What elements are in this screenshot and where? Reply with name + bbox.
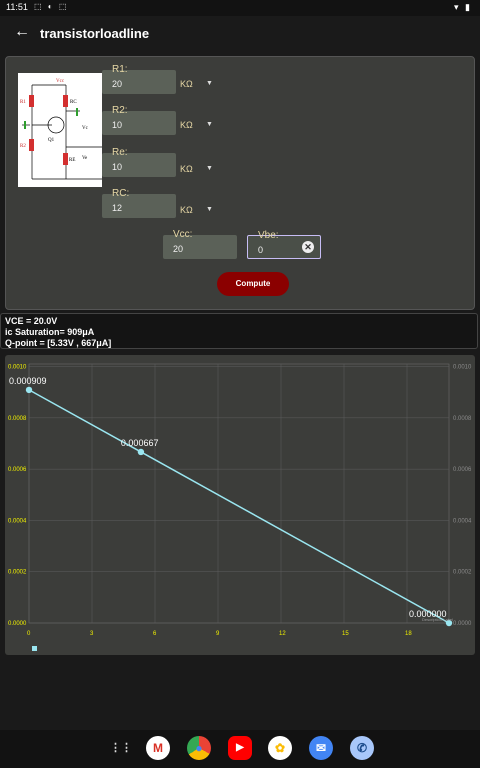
status-notification-icons: ⬚ ◐ ⬚ [34, 2, 69, 11]
r2-unit-dropdown-icon[interactable]: ▼ [206, 121, 213, 128]
rc-label: RC: [112, 188, 130, 199]
y-tick-label-right: 0.0006 [453, 467, 472, 473]
youtube-icon[interactable]: ▶ [228, 736, 252, 760]
r1-unit-select[interactable]: KΩ [180, 79, 193, 89]
y-tick-label-right: 0.0010 [453, 365, 472, 371]
circuit-label-vcc: Vcc [56, 79, 65, 84]
rc-unit-select[interactable]: KΩ [180, 205, 193, 215]
circuit-diagram: Vcc R1 RC R2 RE Q1 Vc Ve [18, 73, 102, 187]
compute-button[interactable]: Compute [217, 272, 289, 296]
messages-icon[interactable]: ✉ [309, 736, 333, 760]
y-tick-label-right: 0.0004 [453, 518, 472, 524]
clear-icon[interactable]: ✕ [302, 241, 314, 253]
y-tick-label-left: 0.0000 [8, 621, 27, 627]
circuit-label-rc: RC [70, 100, 77, 105]
results-panel: VCE = 20.0V ic Saturation= 909μA Q-point… [0, 313, 478, 349]
r2-field[interactable]: R2: 10 [102, 105, 176, 135]
rc-unit-dropdown-icon[interactable]: ▼ [206, 206, 213, 213]
y-tick-label-left: 0.0008 [8, 416, 27, 422]
x-tick-label: 15 [342, 631, 349, 637]
circuit-label-r1: R1 [20, 100, 26, 105]
y-tick-label-right: 0.0002 [453, 570, 472, 576]
rc-field[interactable]: RC: 12 [102, 188, 176, 218]
y-tick-label-left: 0.0004 [8, 518, 27, 524]
r1-value[interactable]: 20 [112, 79, 122, 89]
status-time: 11:51 [6, 2, 28, 12]
y-tick-label-right: 0.0000 [453, 621, 472, 627]
vbe-label: Vbe: [258, 230, 279, 241]
r2-unit-select[interactable]: KΩ [180, 120, 193, 130]
re-value[interactable]: 10 [112, 162, 122, 172]
r1-unit-dropdown-icon[interactable]: ▼ [206, 80, 213, 87]
vcc-value[interactable]: 20 [173, 244, 183, 254]
vcc-field[interactable]: Vcc: 20 [163, 229, 237, 259]
x-tick-label: 6 [153, 631, 157, 637]
r2-value[interactable]: 10 [112, 120, 122, 130]
circuit-label-q1: Q1 [48, 138, 55, 143]
circuit-label-vc: Vc [82, 126, 89, 131]
circuit-label-r2: R2 [20, 144, 26, 149]
x-tick-label: 0 [27, 631, 31, 637]
load-line-chart[interactable]: 0.0000 0.0000 0.0002 0.0002 0.0004 0.0004 0.00… [5, 355, 475, 655]
gmail-icon[interactable]: M [146, 736, 170, 760]
data-point-label: 0.000667 [121, 438, 159, 448]
qpoint-result: Q-point = [5.33V , 667μA] [5, 338, 112, 348]
re-field[interactable]: Re: 10 [102, 147, 176, 177]
vce-result: VCE = 20.0V [5, 316, 58, 326]
x-tick-label: 9 [216, 631, 220, 637]
r1-label: R1: [112, 64, 128, 75]
circuit-label-ve: Ve [82, 156, 88, 161]
page-title: transistorloadline [40, 26, 150, 41]
x-tick-label: 3 [90, 631, 94, 637]
apps-icon[interactable]: ⋮⋮ [109, 736, 133, 760]
status-signal-battery-icons: ▾ ▮ [454, 2, 472, 12]
data-point [137, 448, 145, 456]
ic-saturation-result: ic Saturation= 909μA [5, 327, 95, 337]
legend-swatch [32, 646, 37, 651]
r1-field[interactable]: R1: 20 [102, 64, 176, 94]
re-unit-dropdown-icon[interactable]: ▼ [206, 165, 213, 172]
chrome-icon[interactable]: ● [187, 736, 211, 760]
vcc-label: Vcc: [173, 229, 193, 240]
y-tick-label-right: 0.0008 [453, 416, 472, 422]
phone-icon[interactable]: ✆ [350, 736, 374, 760]
rc-value[interactable]: 12 [112, 203, 122, 213]
circuit-label-re: RE [69, 158, 75, 163]
re-unit-select[interactable]: KΩ [180, 164, 193, 174]
vbe-value[interactable]: 0 [258, 245, 263, 255]
photos-icon[interactable]: ✿ [268, 736, 292, 760]
y-tick-label-left: 0.0002 [8, 570, 27, 576]
re-label: Re: [112, 147, 128, 158]
r2-label: R2: [112, 105, 128, 116]
chart-description: Description Label [422, 617, 453, 622]
y-tick-label-left: 0.0006 [8, 467, 27, 473]
vbe-field[interactable]: Vbe: 0 ✕ [247, 230, 321, 259]
chart-svg[interactable]: 0.0000 0.0000 0.0002 0.0002 0.0004 0.0004 0.00… [5, 355, 475, 655]
back-arrow-icon[interactable]: ← [14, 23, 30, 41]
data-point [25, 386, 33, 394]
app-toolbar: ← transistorloadline [0, 16, 480, 54]
navigation-dock: ⋮⋮ M ● ▶ ✿ ✉ ✆ [0, 730, 480, 768]
x-tick-label: 18 [405, 631, 412, 637]
status-bar: 11:51 ⬚ ◐ ⬚ ▾ ▮ [0, 0, 480, 16]
x-tick-label: 12 [279, 631, 286, 637]
y-tick-label-left: 0.0010 [8, 365, 27, 371]
data-point-label: 0.000909 [9, 376, 47, 386]
